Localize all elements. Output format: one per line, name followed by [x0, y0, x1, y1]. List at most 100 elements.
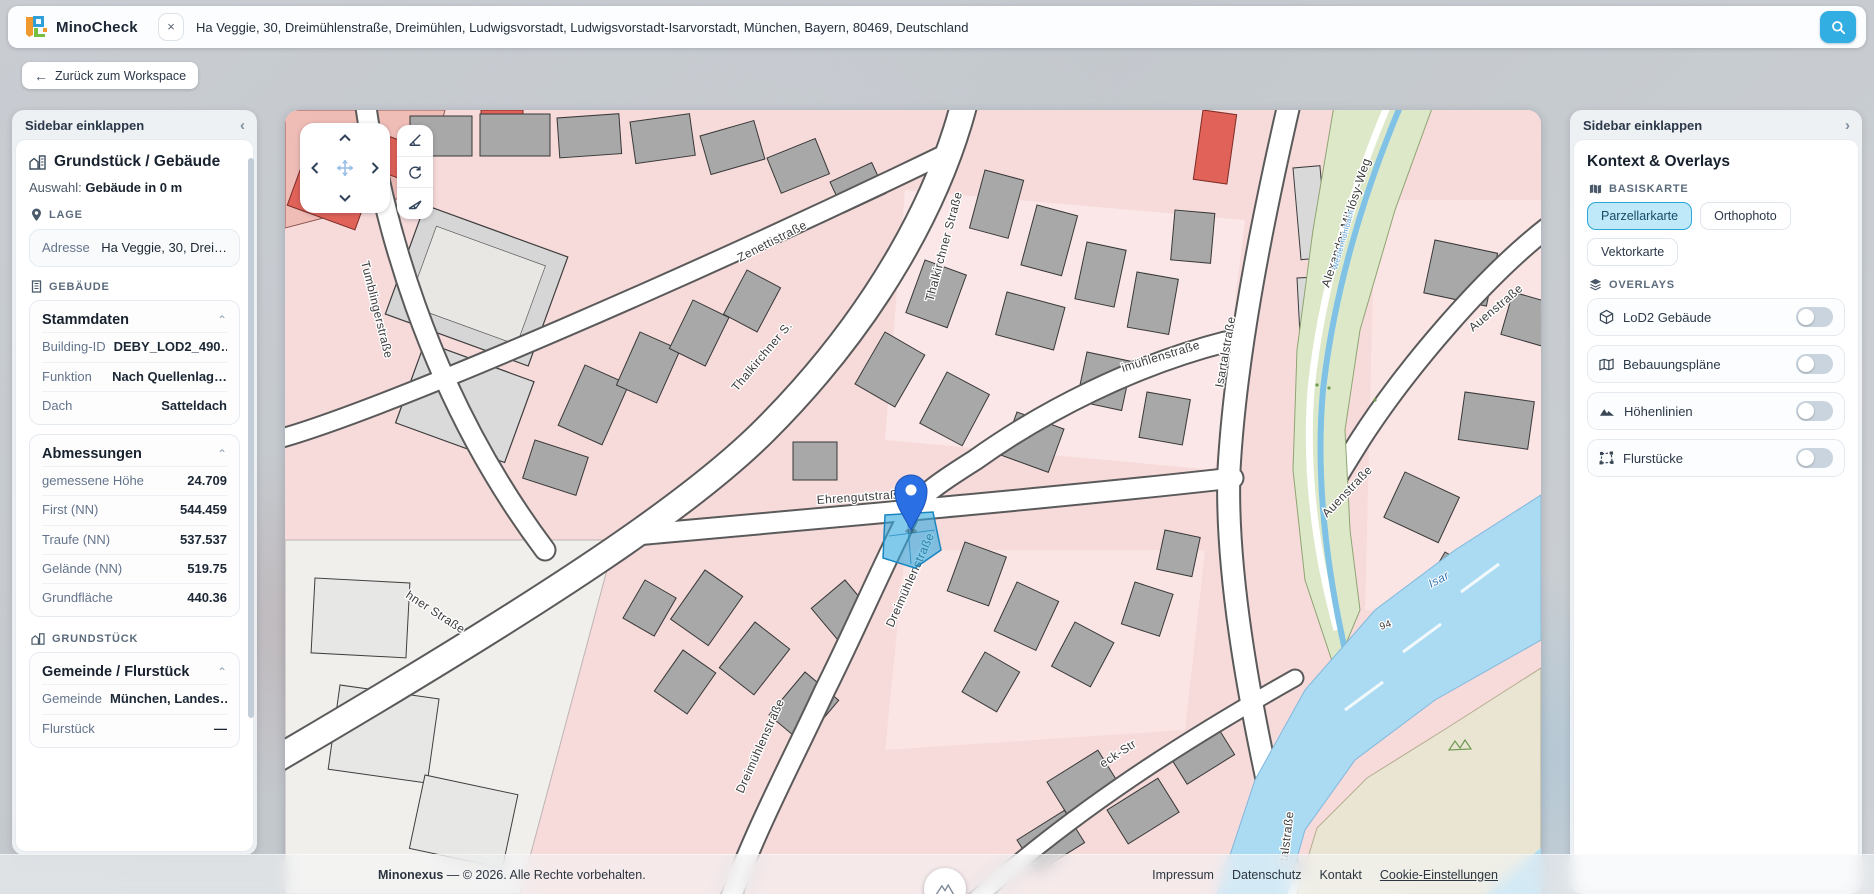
abmessungen-collapse-icon[interactable]: ⌃	[217, 447, 227, 461]
footer-link-kontakt[interactable]: Kontakt	[1319, 868, 1361, 882]
footer-links: Impressum Datenschutz Kontakt Cookie-Ein…	[1152, 868, 1498, 882]
footer-link-impressum[interactable]: Impressum	[1152, 868, 1214, 882]
layers-sidebar: Sidebar einklappen › Kontext & Overlays …	[1570, 110, 1862, 894]
row-label: Building-ID	[42, 339, 106, 355]
selection-line: Auswahl: Gebäude in 0 m	[29, 180, 183, 195]
overlay-label: Höhenlinien	[1624, 403, 1693, 419]
pin-icon	[31, 208, 42, 222]
lage-card: Adresse Ha Veggie, 30, Drei…	[29, 229, 240, 268]
row-label: Flurstück	[42, 720, 95, 736]
row-label: Gelände (NN)	[42, 560, 123, 576]
slope-measure-button[interactable]	[397, 187, 433, 219]
adresse-label: Adresse	[42, 240, 90, 255]
mountains-icon	[1599, 406, 1615, 417]
basemap-orthophoto[interactable]: Orthophoto	[1700, 202, 1791, 230]
row-value: DEBY_LOD2_490…	[113, 339, 227, 355]
row-label: Dach	[42, 397, 73, 413]
overlay-label: Bebauungspläne	[1623, 356, 1721, 372]
app-title: MinoCheck	[56, 18, 138, 36]
stammdaten-card: Stammdaten ⌃ Building-ID DEBY_LOD2_490… …	[29, 300, 240, 425]
pan-left-button[interactable]	[304, 157, 326, 179]
cadastral-map[interactable]: Thalkirchner Straße Thalkirchner S. hner…	[285, 110, 1541, 894]
back-arrow-icon: ←	[34, 67, 48, 84]
row-value: —	[214, 720, 227, 736]
map-canvas[interactable]: Thalkirchner Straße Thalkirchner S. hner…	[285, 110, 1541, 894]
back-to-workspace-button[interactable]: ← Zurück zum Workspace	[22, 62, 199, 89]
layers-title: Kontext & Overlays	[1587, 153, 1730, 170]
row-label: Traufe (NN)	[42, 531, 111, 547]
row-label: Gemeinde	[42, 691, 102, 707]
search-clear-button[interactable]: ×	[158, 13, 184, 41]
footer-copyright: Minonexus — © 2026. Alle Rechte vorbehal…	[378, 867, 646, 882]
collapse-right-chevron-icon[interactable]: ›	[1845, 118, 1850, 133]
grundstueck-header: GRUNDSTÜCK	[52, 633, 139, 646]
overlays-header: OVERLAYS	[1609, 278, 1675, 291]
basemap-vektorkarte[interactable]: Vektorkarte	[1587, 238, 1679, 266]
left-collapse-label: Sidebar einklappen	[25, 117, 145, 133]
angle-measure-button[interactable]	[397, 125, 433, 156]
row-label: gemessene Höhe	[42, 473, 144, 488]
mountain-peaks-icon	[934, 880, 956, 894]
lage-header: LAGE	[49, 209, 83, 221]
stammdaten-collapse-icon[interactable]: ⌃	[217, 313, 227, 327]
left-sidebar-scrollbar[interactable]	[248, 158, 254, 718]
overlay-row-lod2[interactable]: LoD2 Gebäude	[1587, 298, 1845, 336]
pan-center-icon[interactable]	[334, 157, 356, 179]
property-sidebar-content: Grundstück / Gebäude Auswahl: Gebäude in…	[16, 140, 253, 851]
overlay-row-hoehenlinien[interactable]: Höhenlinien	[1587, 392, 1845, 430]
pan-up-button[interactable]	[334, 127, 356, 149]
stammdaten-title: Stammdaten	[42, 312, 130, 329]
row-value: 24.709	[187, 473, 227, 488]
basiskarte-header: BASISKARTE	[1609, 183, 1689, 195]
overlay-row-bebauungsplaene[interactable]: Bebauungspläne	[1587, 345, 1845, 383]
rotate-map-button[interactable]	[397, 155, 433, 188]
lod2-toggle[interactable]	[1796, 307, 1833, 327]
bebauungsplaene-toggle[interactable]	[1796, 354, 1833, 374]
overlay-label: LoD2 Gebäude	[1623, 309, 1712, 325]
row-label: Grundfläche	[42, 590, 113, 605]
search-input[interactable]	[184, 19, 1820, 35]
building-icon	[29, 154, 46, 170]
gebaeude-header: GEBÄUDE	[49, 280, 110, 293]
app-logo-icon	[22, 14, 48, 40]
map-icon	[1589, 183, 1602, 195]
overlay-row-flurstuecke[interactable]: Flurstücke	[1587, 439, 1845, 477]
app-brand: MinoCheck	[22, 14, 158, 40]
row-value: Nach Quellenlag…	[112, 368, 227, 384]
row-value: 537.537	[180, 531, 227, 547]
adresse-value: Ha Veggie, 30, Drei…	[101, 240, 227, 255]
layers-sidebar-content: Kontext & Overlays BASISKARTE Parzellark…	[1574, 140, 1858, 890]
selection-value: Gebäude in 0 m	[85, 180, 183, 195]
plan-map-icon	[1599, 357, 1614, 371]
row-value: 519.75	[187, 560, 227, 576]
layers-icon	[1589, 278, 1602, 291]
row-value: München, Landes…	[109, 691, 227, 707]
back-button-label: Zurück zum Workspace	[55, 68, 187, 83]
gemeinde-card-title: Gemeinde / Flurstück	[42, 664, 190, 681]
hoehenlinien-toggle[interactable]	[1796, 401, 1833, 421]
gemeinde-card: Gemeinde / Flurstück ⌃ Gemeinde München,…	[29, 652, 240, 748]
row-label: First (NN)	[42, 502, 99, 518]
row-value: 544.459	[180, 502, 227, 518]
footer-brand: Minonexus	[378, 867, 444, 882]
sidebar-title: Grundstück / Gebäude	[54, 153, 221, 170]
flurstuecke-toggle[interactable]	[1796, 448, 1833, 468]
search-button[interactable]	[1820, 11, 1856, 43]
collapse-left-chevron-icon[interactable]: ‹	[240, 118, 245, 133]
row-value: Satteldach	[161, 397, 227, 413]
basemap-parzellarkarte[interactable]: Parzellarkarte	[1587, 202, 1693, 230]
map-tools	[397, 125, 433, 219]
cube-icon	[1599, 309, 1614, 325]
parcel-icon	[1599, 451, 1614, 465]
row-value: 440.36	[187, 590, 227, 605]
footer-link-cookies[interactable]: Cookie-Einstellungen	[1380, 868, 1498, 882]
pan-right-button[interactable]	[364, 157, 386, 179]
property-sidebar: Sidebar einklappen ‹ Grundstück / Gebäud…	[12, 110, 257, 855]
pan-down-button[interactable]	[334, 187, 356, 209]
building-icon	[31, 633, 45, 646]
basemap-options: Parzellarkarte Orthophoto Vektorkarte	[1587, 202, 1845, 266]
gemeinde-collapse-icon[interactable]: ⌃	[217, 665, 227, 679]
footer-link-datenschutz[interactable]: Datenschutz	[1232, 868, 1301, 882]
search-icon	[1831, 20, 1846, 35]
overlay-label: Flurstücke	[1623, 450, 1683, 466]
